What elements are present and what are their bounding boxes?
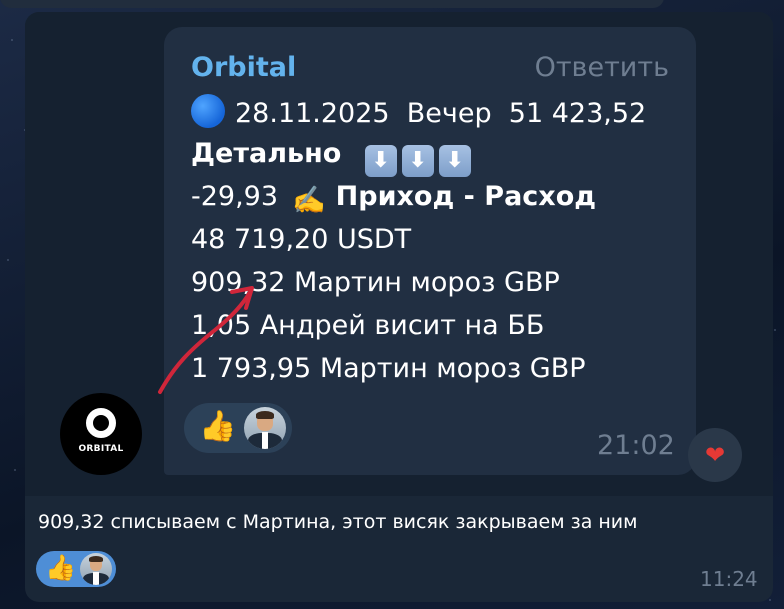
orbital-logo-icon bbox=[86, 408, 116, 438]
income-expense-line: -29,93 ✍️ Приход - Расход bbox=[191, 180, 596, 218]
reply-message-text: 909,32 списываем с Мартина, этот висяк з… bbox=[38, 511, 638, 533]
heart-reaction-button[interactable]: ❤ bbox=[688, 428, 742, 482]
forwarded-message-time: 21:02 bbox=[597, 430, 675, 461]
person-avatar-icon[interactable] bbox=[80, 553, 112, 585]
red-annotation-arrow-icon bbox=[158, 286, 254, 394]
forwarded-reactions[interactable]: 👍 bbox=[184, 403, 292, 453]
usdt-line: 48 719,20 USDT bbox=[191, 224, 412, 255]
writing-hand-icon: ✍️ bbox=[292, 185, 326, 216]
detail-heading: Детально bbox=[191, 138, 342, 169]
reply-message-time: 11:24 bbox=[700, 567, 758, 591]
heart-icon: ❤ bbox=[704, 441, 726, 469]
income-label: Приход - Расход bbox=[335, 181, 597, 212]
down-arrow-icon: ⬇ bbox=[364, 145, 397, 177]
channel-avatar[interactable]: ORBITAL bbox=[60, 393, 142, 475]
reply-button[interactable]: Ответить bbox=[535, 52, 669, 83]
report-date: 28.11.2025 bbox=[235, 98, 390, 129]
person-avatar-icon[interactable] bbox=[244, 407, 286, 449]
reply-reactions[interactable]: 👍 bbox=[36, 551, 116, 587]
income-value: -29,93 bbox=[191, 181, 279, 212]
thumbs-up-icon[interactable]: 👍 bbox=[199, 412, 236, 442]
report-period: Вечер bbox=[406, 98, 492, 129]
report-total: 51 423,52 bbox=[508, 98, 647, 129]
previous-message-edge bbox=[0, 0, 664, 8]
blue-circle-icon bbox=[191, 94, 225, 128]
forwarded-message-header: Orbital Ответить bbox=[191, 52, 669, 86]
date-line: 28.11.2025 Вечер 51 423,52 bbox=[191, 94, 646, 131]
down-arrow-icon: ⬇ bbox=[401, 145, 434, 177]
thumbs-up-icon[interactable]: 👍 bbox=[45, 555, 76, 580]
avatar-logo-text: ORBITAL bbox=[78, 444, 124, 454]
down-arrow-icon: ⬇ bbox=[438, 145, 471, 177]
sender-name[interactable]: Orbital bbox=[191, 52, 296, 83]
detail-heading-line: Детально ⬇ ⬇ ⬇ bbox=[191, 137, 471, 177]
